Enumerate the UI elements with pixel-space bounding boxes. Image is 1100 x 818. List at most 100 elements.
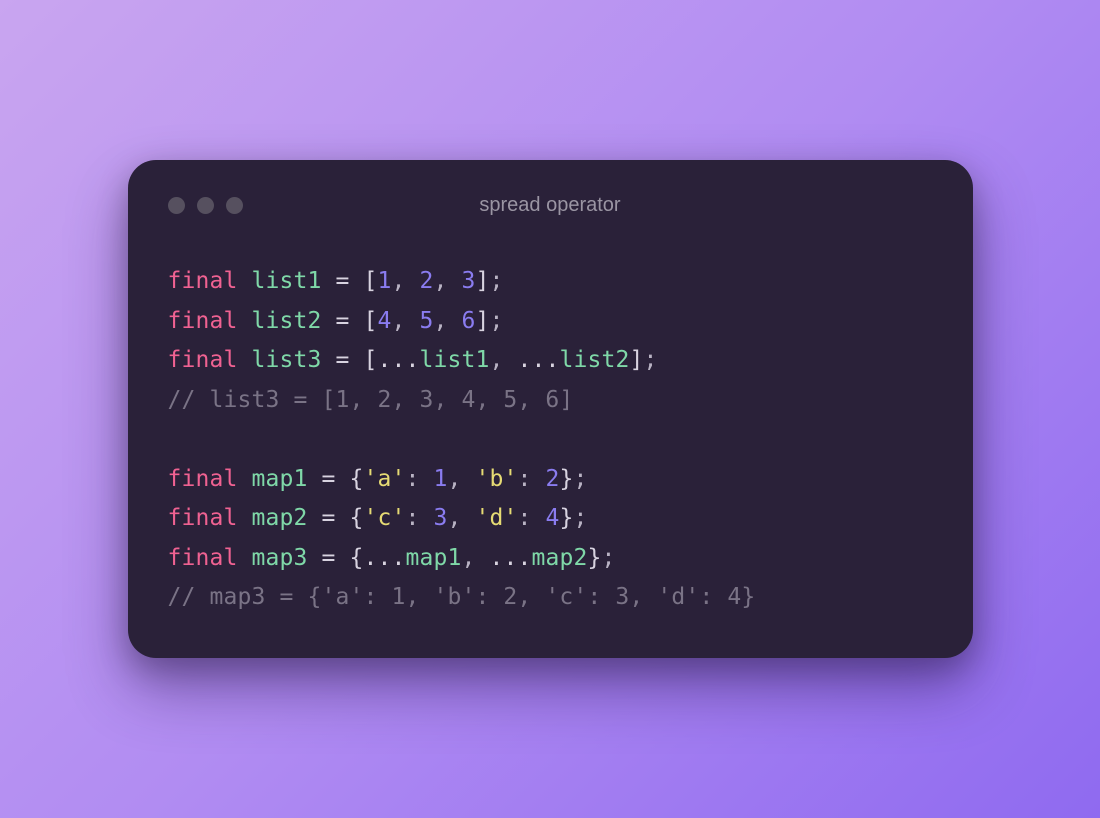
code-token bbox=[476, 545, 490, 571]
code-token bbox=[308, 466, 322, 492]
minimize-dot-icon[interactable] bbox=[197, 197, 214, 214]
code-token bbox=[238, 268, 252, 294]
code-token: list1 bbox=[420, 347, 490, 373]
code-token: // list3 = [1, 2, 3, 4, 5, 6] bbox=[168, 387, 574, 413]
code-token: map1 bbox=[406, 545, 462, 571]
code-line: final list1 = [1, 2, 3]; bbox=[168, 262, 933, 302]
code-token bbox=[336, 505, 350, 531]
code-token: final bbox=[168, 505, 238, 531]
code-token bbox=[350, 308, 364, 334]
code-token: 'b' bbox=[476, 466, 518, 492]
code-token bbox=[462, 505, 476, 531]
code-token: 'c' bbox=[364, 505, 406, 531]
code-token: , bbox=[448, 505, 462, 531]
code-token bbox=[532, 466, 546, 492]
code-token: map1 bbox=[252, 466, 308, 492]
code-token bbox=[462, 466, 476, 492]
code-token: = bbox=[322, 545, 336, 571]
code-token bbox=[336, 466, 350, 492]
code-token: , bbox=[392, 268, 406, 294]
code-token: [ bbox=[364, 347, 378, 373]
code-token: , bbox=[434, 268, 448, 294]
code-line: final map2 = {'c': 3, 'd': 4}; bbox=[168, 499, 933, 539]
code-token: 3 bbox=[434, 505, 448, 531]
code-token bbox=[350, 347, 364, 373]
code-token: ... bbox=[490, 545, 532, 571]
code-token: list1 bbox=[252, 268, 322, 294]
code-token: = bbox=[336, 268, 350, 294]
code-token: [ bbox=[364, 268, 378, 294]
code-line: final list3 = [...list1, ...list2]; bbox=[168, 341, 933, 381]
code-token: , bbox=[490, 347, 504, 373]
code-token: ; bbox=[574, 505, 588, 531]
code-token bbox=[238, 505, 252, 531]
code-line bbox=[168, 420, 933, 460]
code-token bbox=[504, 347, 518, 373]
code-window: spread operator final list1 = [1, 2, 3];… bbox=[128, 160, 973, 658]
code-token: } bbox=[560, 505, 574, 531]
code-token: 2 bbox=[546, 466, 560, 492]
code-line: // map3 = {'a': 1, 'b': 2, 'c': 3, 'd': … bbox=[168, 578, 933, 618]
code-token: 2 bbox=[420, 268, 434, 294]
code-token: ; bbox=[490, 308, 504, 334]
code-token: , bbox=[434, 308, 448, 334]
code-token: ; bbox=[490, 268, 504, 294]
code-token: 1 bbox=[378, 268, 392, 294]
code-token: = bbox=[336, 308, 350, 334]
code-token: final bbox=[168, 466, 238, 492]
code-token: ] bbox=[630, 347, 644, 373]
code-token: ... bbox=[364, 545, 406, 571]
code-token: ; bbox=[602, 545, 616, 571]
code-token bbox=[420, 505, 434, 531]
code-token: { bbox=[350, 505, 364, 531]
code-token: } bbox=[588, 545, 602, 571]
code-line: final list2 = [4, 5, 6]; bbox=[168, 302, 933, 342]
code-token bbox=[322, 268, 336, 294]
code-token bbox=[532, 505, 546, 531]
code-token: : bbox=[406, 505, 420, 531]
code-token bbox=[322, 347, 336, 373]
code-line: // list3 = [1, 2, 3, 4, 5, 6] bbox=[168, 381, 933, 421]
code-token: ] bbox=[476, 268, 490, 294]
code-token: = bbox=[322, 466, 336, 492]
code-token: = bbox=[322, 505, 336, 531]
code-token: 4 bbox=[378, 308, 392, 334]
code-token: , bbox=[448, 466, 462, 492]
code-token: , bbox=[462, 545, 476, 571]
code-token bbox=[238, 466, 252, 492]
code-token: map3 bbox=[252, 545, 308, 571]
code-token bbox=[238, 308, 252, 334]
code-token: 6 bbox=[462, 308, 476, 334]
code-token: list3 bbox=[252, 347, 322, 373]
code-token: map2 bbox=[532, 545, 588, 571]
code-token: final bbox=[168, 347, 238, 373]
traffic-lights bbox=[168, 197, 243, 214]
code-token: ... bbox=[378, 347, 420, 373]
code-token: final bbox=[168, 268, 238, 294]
code-token: ; bbox=[574, 466, 588, 492]
code-token: // map3 = {'a': 1, 'b': 2, 'c': 3, 'd': … bbox=[168, 584, 756, 610]
code-token: } bbox=[560, 466, 574, 492]
code-token: map2 bbox=[252, 505, 308, 531]
code-token: 'a' bbox=[364, 466, 406, 492]
titlebar: spread operator bbox=[168, 188, 933, 222]
code-token bbox=[238, 347, 252, 373]
code-token: list2 bbox=[560, 347, 630, 373]
code-line: final map3 = {...map1, ...map2}; bbox=[168, 539, 933, 579]
code-token: , bbox=[392, 308, 406, 334]
code-token: { bbox=[350, 466, 364, 492]
window-title: spread operator bbox=[168, 194, 933, 217]
code-token: ; bbox=[644, 347, 658, 373]
code-token bbox=[406, 308, 420, 334]
code-token bbox=[308, 505, 322, 531]
maximize-dot-icon[interactable] bbox=[226, 197, 243, 214]
close-dot-icon[interactable] bbox=[168, 197, 185, 214]
code-token: { bbox=[350, 545, 364, 571]
code-token: 'd' bbox=[476, 505, 518, 531]
code-token: 5 bbox=[420, 308, 434, 334]
code-token bbox=[350, 268, 364, 294]
code-block: final list1 = [1, 2, 3];final list2 = [4… bbox=[168, 262, 933, 618]
code-token bbox=[448, 268, 462, 294]
code-token: ] bbox=[476, 308, 490, 334]
code-token: 4 bbox=[546, 505, 560, 531]
